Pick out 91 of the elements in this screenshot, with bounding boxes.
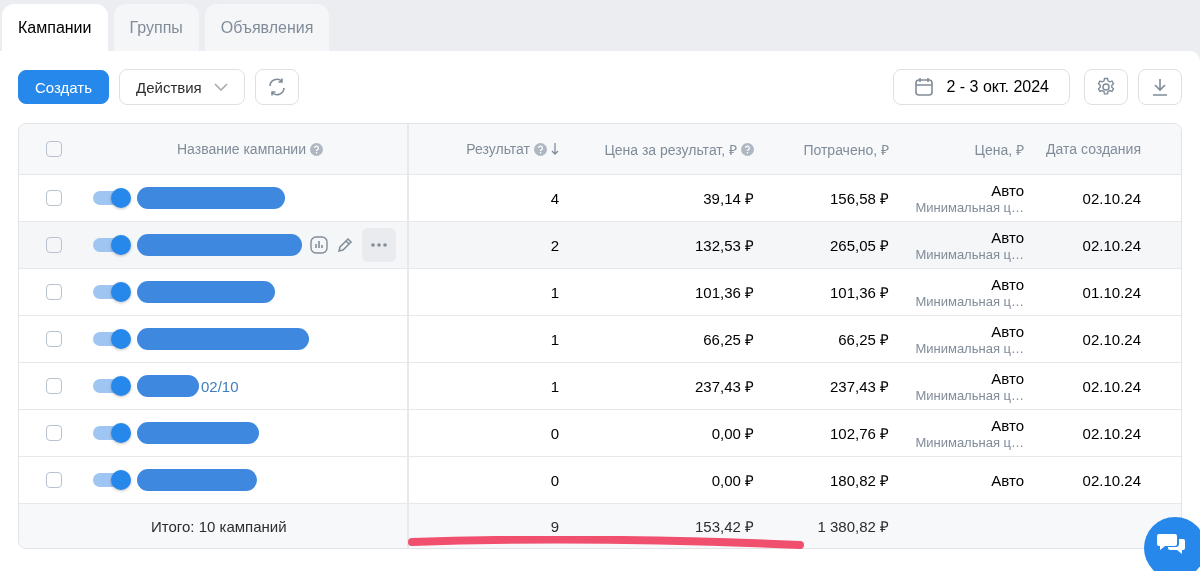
row-checkbox[interactable] — [46, 472, 62, 488]
table-cell-text: 66,25 ₽ — [838, 330, 889, 349]
table-cell: 01.10.24 — [1082, 283, 1141, 301]
table-cell: 1 — [550, 377, 559, 395]
table-cell: 4 — [550, 189, 559, 207]
table-cell: 02.10.24 — [1082, 189, 1141, 207]
price-note: Минимальная ц… — [915, 293, 1024, 309]
create-button[interactable]: Создать — [18, 70, 109, 104]
toggle-switch[interactable] — [93, 473, 129, 487]
price-note: Минимальная ц… — [915, 387, 1024, 403]
campaign-name-link[interactable]: 02/10 — [201, 377, 239, 395]
total-cell-text: 153,42 ₽ — [694, 517, 754, 536]
table-cell: 1 — [550, 330, 559, 348]
tab[interactable]: Группы — [113, 4, 199, 51]
table-cell-text: 39,14 ₽ — [703, 189, 754, 208]
totals-label: Итого: 10 кампаний — [151, 517, 287, 535]
more-button[interactable] — [362, 228, 396, 262]
table-cell-text: 66,25 ₽ — [703, 330, 754, 349]
column-header[interactable]: Цена, ₽ — [974, 139, 1024, 159]
chat-icon — [1156, 531, 1186, 557]
row-checkbox[interactable] — [46, 378, 62, 394]
toggle-switch[interactable] — [93, 379, 129, 393]
price-note: Минимальная ц… — [915, 434, 1024, 450]
table-cell: 02.10.24 — [1082, 377, 1141, 395]
column-header[interactable]: Потрачено, ₽ — [803, 139, 889, 159]
table-cell: Авто — [991, 369, 1024, 387]
table-cell: 0 — [550, 471, 559, 489]
row-checkbox[interactable] — [46, 284, 62, 300]
more-dots-icon — [371, 243, 387, 247]
pencil-icon[interactable] — [336, 236, 354, 254]
table-cell: 02.10.24 — [1082, 471, 1141, 489]
table-cell-text: 237,43 ₽ — [694, 377, 754, 396]
calendar-icon — [914, 77, 935, 97]
toggle-switch[interactable] — [93, 332, 129, 346]
table-cell: 0 — [550, 424, 559, 442]
date-range-button[interactable]: 2 - 3 окт. 2024 — [893, 69, 1070, 105]
table-cell: 02.10.24 — [1082, 424, 1141, 442]
table-cell: Авто — [991, 275, 1024, 293]
row-checkbox[interactable] — [46, 190, 62, 206]
total-cell-text: 1 380,82 ₽ — [817, 517, 889, 536]
table-cell-text: 0,00 ₽ — [711, 471, 754, 490]
table-cell: Авто — [991, 416, 1024, 434]
price-note: Минимальная ц… — [915, 246, 1024, 262]
table-cell-text: 180,82 ₽ — [829, 471, 889, 490]
column-header[interactable]: Результат — [466, 141, 559, 157]
row-checkbox[interactable] — [46, 331, 62, 347]
download-icon — [1151, 77, 1169, 97]
table-cell-text: 101,36 ₽ — [829, 283, 889, 302]
toggle-switch[interactable] — [93, 285, 129, 299]
toggle-switch[interactable] — [93, 238, 129, 252]
table-cell: 2 — [550, 236, 559, 254]
refresh-button[interactable] — [254, 69, 299, 105]
column-header[interactable]: Название кампании — [176, 141, 323, 157]
total-cell: 9 — [550, 517, 559, 535]
table-cell-text: 0,00 ₽ — [711, 424, 754, 443]
help-icon[interactable] — [534, 142, 547, 156]
table-cell: 02.10.24 — [1082, 330, 1141, 348]
toggle-switch[interactable] — [93, 426, 129, 440]
table-cell-text: 156,58 ₽ — [829, 189, 889, 208]
select-all-checkbox[interactable] — [46, 141, 62, 157]
redaction-mark — [137, 375, 199, 397]
column-header[interactable]: Дата создания — [1046, 141, 1141, 157]
toggle-switch[interactable] — [93, 191, 129, 205]
table-cell: Авто — [991, 322, 1024, 340]
table-cell-text: 237,43 ₽ — [829, 377, 889, 396]
column-header[interactable]: Цена за результат, ₽ — [604, 139, 754, 159]
table-cell-text: 101,36 ₽ — [694, 283, 754, 302]
stats-icon[interactable] — [310, 236, 328, 254]
help-icon[interactable] — [310, 142, 323, 156]
row-checkbox[interactable] — [46, 237, 62, 253]
price-note: Минимальная ц… — [915, 340, 1024, 356]
table-cell-text: 265,05 ₽ — [829, 236, 889, 255]
table-cell: Авто — [991, 181, 1024, 199]
row-checkbox[interactable] — [46, 425, 62, 441]
download-button[interactable] — [1138, 69, 1182, 105]
tab[interactable]: Кампании — [2, 4, 108, 51]
settings-icon — [1096, 77, 1116, 97]
chevron-down-icon — [213, 83, 228, 91]
refresh-icon — [266, 77, 287, 97]
actions-dropdown[interactable]: Действия — [119, 69, 245, 105]
help-icon[interactable] — [741, 142, 754, 156]
table-cell: Авто — [991, 228, 1024, 246]
settings-button[interactable] — [1084, 69, 1128, 105]
table-cell: 02.10.24 — [1082, 236, 1141, 254]
table-cell: Авто — [991, 471, 1024, 489]
price-note: Минимальная ц… — [915, 199, 1024, 215]
table-cell-text: 132,53 ₽ — [694, 236, 754, 255]
table-cell-text: 102,76 ₽ — [829, 424, 889, 443]
table-cell: 1 — [550, 283, 559, 301]
sort-down-icon[interactable] — [551, 143, 559, 155]
tab[interactable]: Объявления — [204, 4, 330, 51]
